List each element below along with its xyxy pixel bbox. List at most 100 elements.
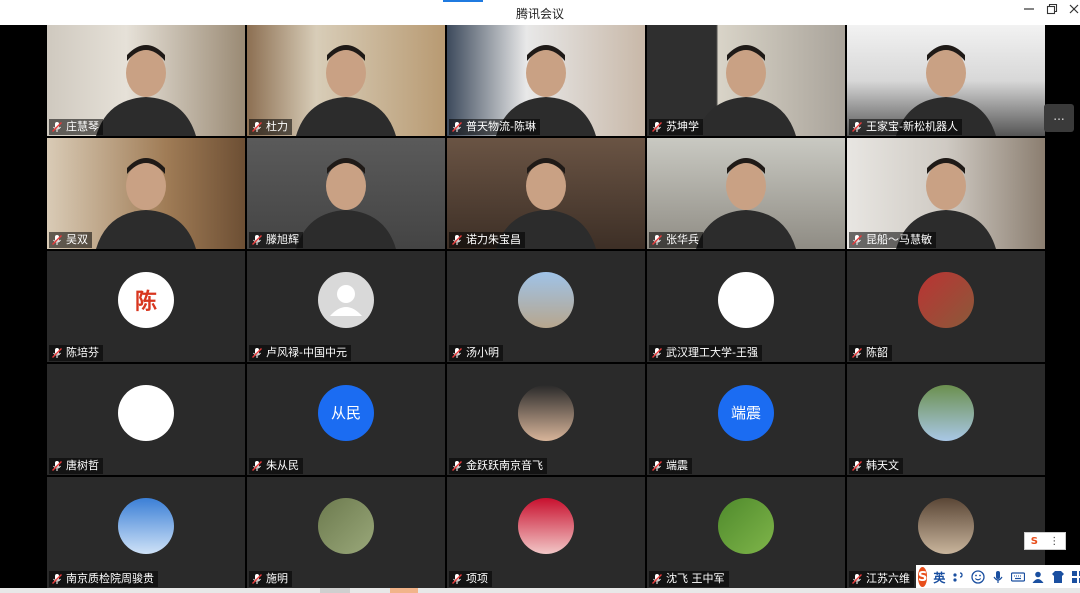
participant-tile[interactable]: 汤小明 (447, 251, 645, 362)
participant-tile[interactable]: 唐树哲 (47, 364, 245, 475)
participant-tile[interactable]: 王家宝-新松机器人 (847, 25, 1045, 136)
participant-tile[interactable]: 从民朱从民 (247, 364, 445, 475)
voice-icon[interactable] (991, 570, 1005, 584)
participant-name: 韩天文 (866, 459, 899, 472)
participant-grid: 庄慧琴 杜力 普天物流-陈琳 苏坤学 王家宝-新松机器人吴双 滕旭辉 诺力朱宝昌 张华兵 昆船～… (47, 25, 1045, 588)
mic-muted-icon (851, 573, 863, 585)
participant-tile[interactable]: 韩天文 (847, 364, 1045, 475)
participant-name: 沈飞 王中军 (666, 572, 725, 585)
participant-nameplate: 庄慧琴 (49, 119, 103, 135)
participant-nameplate: 昆船～马慧敏 (849, 232, 936, 248)
participant-nameplate: 王家宝-新松机器人 (849, 119, 962, 135)
close-icon[interactable] (1065, 3, 1080, 21)
participant-nameplate: 江苏六维 (849, 571, 914, 587)
participant-nameplate: 韩天文 (849, 458, 903, 474)
participant-tile[interactable]: 普天物流-陈琳 (447, 25, 645, 136)
participant-tile[interactable]: 武汉理工大学-王强 (647, 251, 845, 362)
participant-name: 武汉理工大学-王强 (666, 346, 758, 359)
ime-mode-toggle[interactable]: 英 (933, 569, 945, 586)
participant-tile[interactable]: 庄慧琴 (47, 25, 245, 136)
participant-name: 庄慧琴 (66, 120, 99, 133)
participant-nameplate: 朱从民 (249, 458, 303, 474)
mic-muted-icon (651, 234, 663, 246)
participant-name: 苏坤学 (666, 120, 699, 133)
mic-muted-icon (251, 573, 263, 585)
sogou-logo-icon[interactable]: S (918, 567, 928, 587)
ime-toolbar: S 英 (916, 565, 1080, 589)
side-panel-toggle[interactable]: ... (1044, 104, 1074, 132)
participant-avatar (118, 384, 174, 441)
mic-muted-icon (851, 234, 863, 246)
taskbar-segment (390, 588, 418, 593)
keyboard-icon[interactable] (1011, 570, 1026, 584)
participant-avatar: 端震 (718, 384, 774, 441)
participant-tile[interactable]: 沈飞 王中军 (647, 477, 845, 588)
participant-tile[interactable]: 卢风禄-中国中元 (247, 251, 445, 362)
participant-name: 唐树哲 (66, 459, 99, 472)
maximize-icon[interactable] (1043, 3, 1061, 21)
participant-tile[interactable]: 金跃跃南京音飞 (447, 364, 645, 475)
participant-nameplate: 汤小明 (449, 345, 503, 361)
mic-muted-icon (851, 347, 863, 359)
participant-tile[interactable]: 陈陈培芬 (47, 251, 245, 362)
participant-avatar (318, 497, 374, 554)
participant-name: 卢风禄-中国中元 (266, 346, 347, 359)
mic-muted-icon (51, 573, 63, 585)
user-icon[interactable] (1031, 570, 1045, 584)
participant-tile[interactable]: 昆船～马慧敏 (847, 138, 1045, 249)
participant-tile[interactable]: 吴双 (47, 138, 245, 249)
participant-nameplate: 滕旭辉 (249, 232, 303, 248)
mic-muted-icon (451, 347, 463, 359)
participant-tile[interactable]: 施明 (247, 477, 445, 588)
participant-tile[interactable]: 南京质检院周骏贵 (47, 477, 245, 588)
emoji-icon[interactable] (971, 570, 986, 584)
participant-name: 陈培芬 (66, 346, 99, 359)
sogou-mini-icon: S (1030, 535, 1038, 547)
mic-muted-icon (251, 234, 263, 246)
participant-avatar (918, 497, 974, 554)
participant-avatar: 从民 (318, 384, 374, 441)
participant-nameplate: 端震 (649, 458, 692, 474)
punctuation-icon[interactable] (951, 570, 965, 584)
participant-tile[interactable]: 滕旭辉 (247, 138, 445, 249)
participant-nameplate: 杜力 (249, 119, 292, 135)
participant-name: 汤小明 (466, 346, 499, 359)
participant-tile[interactable]: 项项 (447, 477, 645, 588)
window-title: 腾讯会议 (515, 7, 564, 21)
skin-icon[interactable] (1051, 570, 1065, 584)
taskbar-segment (320, 588, 350, 593)
participant-avatar (918, 384, 974, 441)
participant-avatar (518, 384, 574, 441)
default-user-icon (318, 271, 374, 328)
participant-tile[interactable]: 张华兵 (647, 138, 845, 249)
participant-name: 滕旭辉 (266, 233, 299, 246)
participant-nameplate: 张华兵 (649, 232, 703, 248)
participant-name: 普天物流-陈琳 (466, 120, 536, 133)
window-titlebar: 腾讯会议 (0, 0, 1080, 25)
participant-name: 张华兵 (666, 233, 699, 246)
participant-nameplate: 普天物流-陈琳 (449, 119, 540, 135)
participant-name: 杜力 (266, 120, 288, 133)
mic-muted-icon (651, 573, 663, 585)
participant-tile[interactable]: 陈韶 (847, 251, 1045, 362)
meeting-stage: 庄慧琴 杜力 普天物流-陈琳 苏坤学 王家宝-新松机器人吴双 滕旭辉 诺力朱宝昌 张华兵 昆船～… (0, 25, 1080, 588)
minimize-icon[interactable] (1020, 3, 1038, 21)
participant-tile[interactable]: 杜力 (247, 25, 445, 136)
participant-tile[interactable]: 端震 端震 (647, 364, 845, 475)
participant-name: 金跃跃南京音飞 (466, 459, 543, 472)
participant-name: 南京质检院周骏贵 (66, 572, 154, 585)
participant-tile[interactable]: 诺力朱宝昌 (447, 138, 645, 249)
participant-nameplate: 施明 (249, 571, 292, 587)
participant-nameplate: 诺力朱宝昌 (449, 232, 525, 248)
toolbox-icon[interactable] (1071, 570, 1080, 584)
title-accent-line (443, 0, 483, 2)
ime-mini-status[interactable]: S ⋮ (1024, 532, 1066, 550)
participant-tile[interactable]: 苏坤学 (647, 25, 845, 136)
mic-muted-icon (851, 121, 863, 133)
mic-muted-icon (451, 573, 463, 585)
ime-dropdown-icon: ⋮ (1049, 535, 1060, 547)
mic-muted-icon (651, 460, 663, 472)
mic-muted-icon (651, 121, 663, 133)
participant-name: 江苏六维 (866, 572, 910, 585)
mic-muted-icon (251, 347, 263, 359)
